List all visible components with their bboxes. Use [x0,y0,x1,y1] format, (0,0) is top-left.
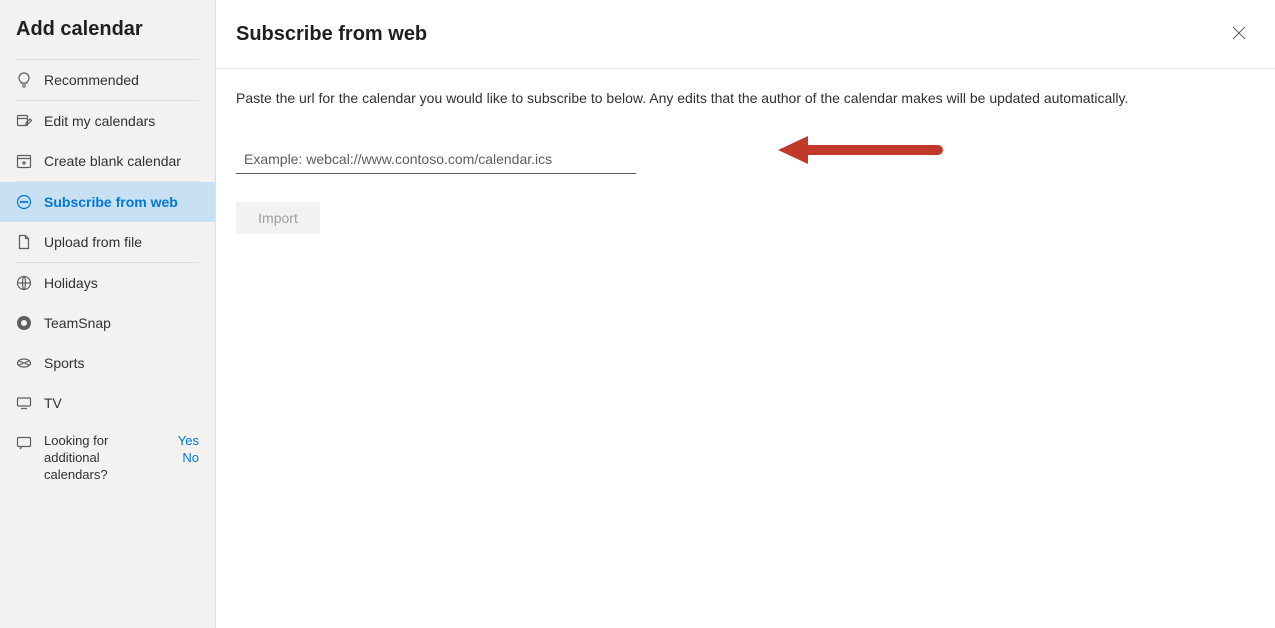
feedback-icon [16,435,32,451]
sidebar-item-label: Subscribe from web [44,194,178,210]
main-header: Subscribe from web [216,0,1275,69]
sidebar-item-label: Upload from file [44,234,142,250]
globe-icon [16,275,32,291]
edit-calendar-icon [16,113,32,129]
page-title: Subscribe from web [236,23,427,46]
sidebar-item-label: TV [44,395,62,411]
close-button[interactable] [1223,18,1255,50]
feedback-text: Looking for additional calendars? [44,433,166,484]
sidebar-item-label: Sports [44,355,84,371]
file-icon [16,234,32,250]
sidebar-item-tv[interactable]: TV [0,383,215,423]
sidebar-item-recommended[interactable]: Recommended [0,60,215,100]
sidebar: Add calendar Recommended Edit my calenda… [0,0,216,628]
sidebar-item-holidays[interactable]: Holidays [0,263,215,303]
import-button[interactable]: Import [236,202,320,234]
feedback-no-link[interactable]: No [182,450,199,465]
main-body: Paste the url for the calendar you would… [216,69,1275,234]
sidebar-item-sports[interactable]: Sports [0,343,215,383]
sidebar-item-label: Holidays [44,275,98,291]
sidebar-item-label: Edit my calendars [44,113,155,129]
sidebar-item-teamsnap[interactable]: TeamSnap [0,303,215,343]
instruction-text: Paste the url for the calendar you would… [236,89,1255,109]
teamsnap-icon [16,315,32,331]
sidebar-item-label: Create blank calendar [44,153,181,169]
subscribe-icon [16,194,32,210]
sidebar-item-label: TeamSnap [44,315,111,331]
feedback-links: Yes No [178,433,199,465]
sidebar-item-upload-file[interactable]: Upload from file [0,222,215,262]
feedback-row: Looking for additional calendars? Yes No [0,423,215,484]
main: Subscribe from web Paste the url for the… [216,0,1275,628]
sidebar-item-edit-calendars[interactable]: Edit my calendars [0,101,215,141]
sports-icon [16,355,32,371]
feedback-yes-link[interactable]: Yes [178,433,199,448]
tv-icon [16,395,32,411]
sidebar-item-create-blank[interactable]: Create blank calendar [0,141,215,181]
sidebar-title: Add calendar [0,18,215,59]
sidebar-item-label: Recommended [44,72,139,88]
add-calendar-icon [16,153,32,169]
sidebar-item-subscribe-web[interactable]: Subscribe from web [0,182,215,222]
arrow-annotation [778,132,943,171]
calendar-url-input[interactable] [236,145,636,174]
lightbulb-icon [16,72,32,88]
close-icon [1232,26,1246,43]
